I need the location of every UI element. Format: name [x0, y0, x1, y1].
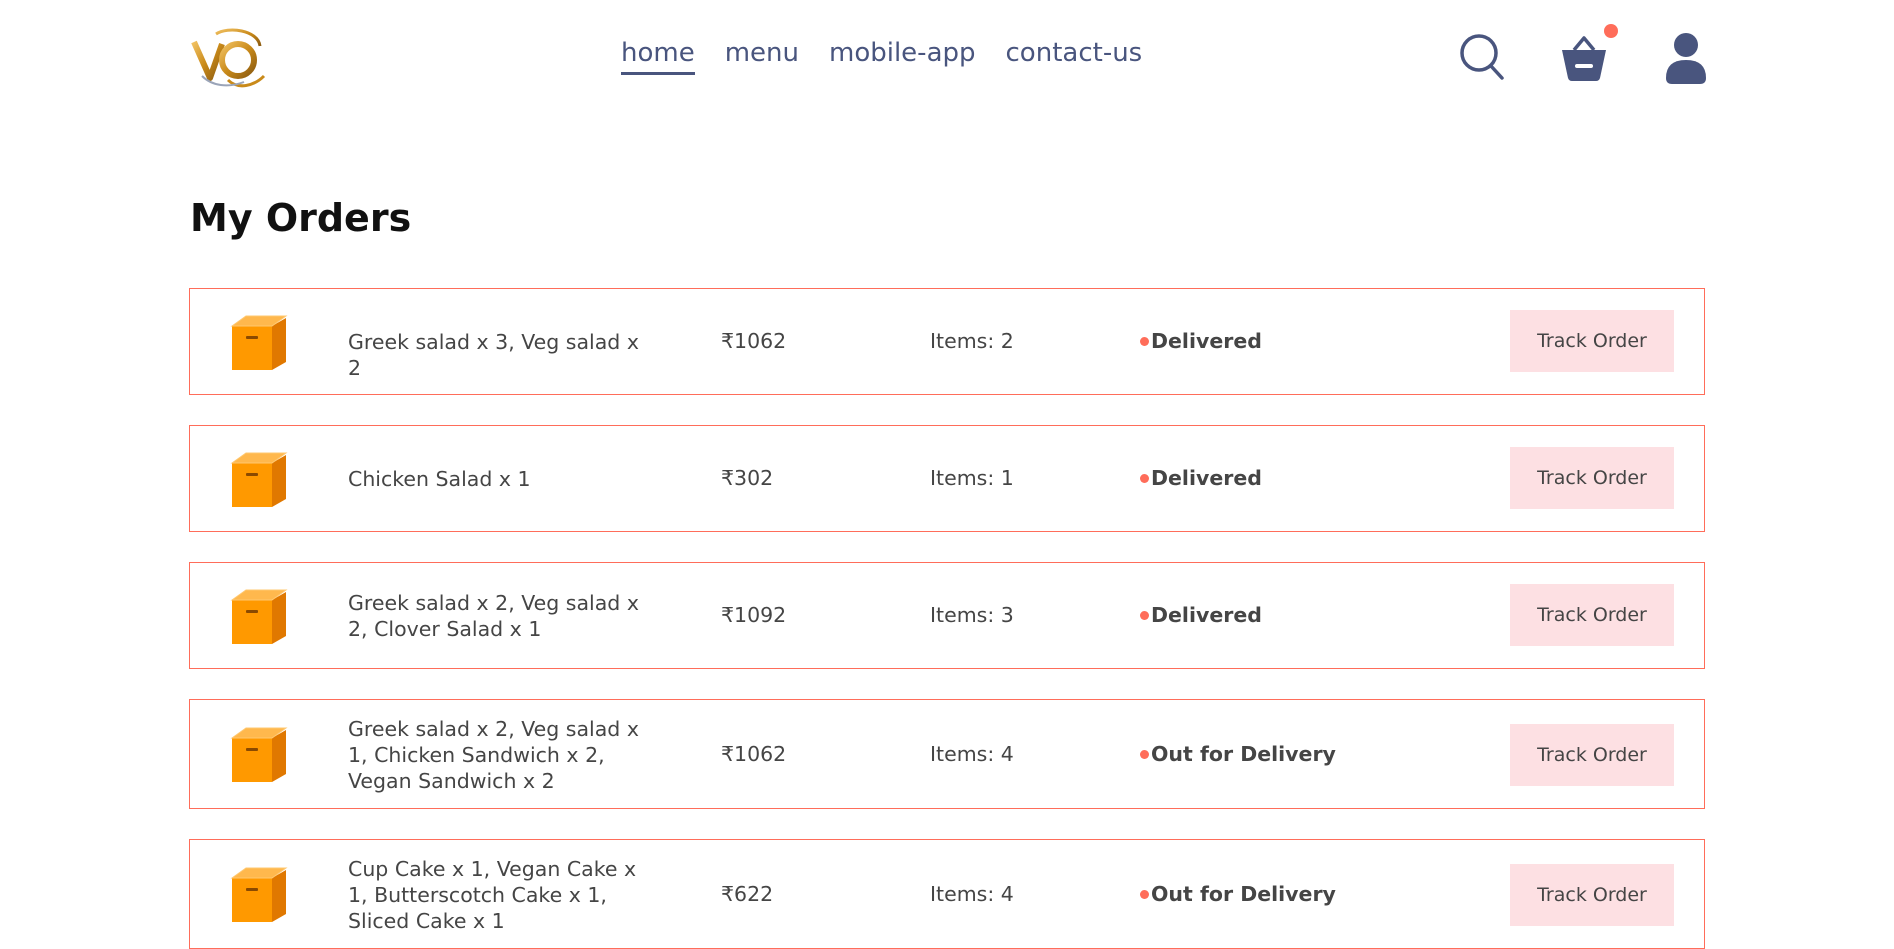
nav-link-home[interactable]: home	[621, 38, 695, 75]
order-card: Chicken Salad x 1 ₹302 Items: 1 Delivere…	[189, 425, 1705, 532]
track-order-button[interactable]: Track Order	[1510, 447, 1674, 509]
order-card: Greek salad x 2, Veg salad x 1, Chicken …	[189, 699, 1705, 809]
order-status-label: Delivered	[1151, 329, 1262, 353]
order-item-count: Items: 1	[930, 466, 1014, 490]
parcel-icon	[230, 589, 288, 644]
order-card: Greek salad x 2, Veg salad x 2, Clover S…	[189, 562, 1705, 669]
cart-indicator-dot	[1604, 24, 1618, 38]
status-dot	[1140, 336, 1149, 346]
status-dot	[1140, 610, 1149, 620]
nav-link-mobile-app[interactable]: mobile-app	[829, 38, 976, 75]
page-title: My Orders	[190, 196, 412, 240]
parcel-icon	[230, 452, 288, 507]
order-amount: ₹1062	[721, 742, 787, 766]
basket-icon[interactable]	[1560, 34, 1608, 86]
order-amount: ₹622	[721, 882, 774, 906]
order-card: Greek salad x 3, Veg salad x 2 ₹1062 Ite…	[189, 288, 1705, 395]
nav-menu: home menu mobile-app contact-us	[621, 38, 1142, 75]
order-status-label: Out for Delivery	[1151, 882, 1336, 906]
order-card: Cup Cake x 1, Vegan Cake x 1, Butterscot…	[189, 839, 1705, 949]
order-amount: ₹302	[721, 466, 774, 490]
track-order-button[interactable]: Track Order	[1510, 864, 1674, 926]
order-items: Greek salad x 2, Veg salad x 2, Clover S…	[348, 591, 639, 641]
status-dot	[1140, 473, 1149, 483]
parcel-icon	[230, 867, 288, 922]
order-items: Greek salad x 2, Veg salad x 1, Chicken …	[348, 717, 639, 793]
nav-link-menu[interactable]: menu	[725, 38, 799, 75]
order-amount: ₹1062	[721, 329, 787, 353]
order-item-count: Items: 4	[930, 882, 1014, 906]
brand-logo[interactable]	[188, 28, 266, 90]
order-items: Cup Cake x 1, Vegan Cake x 1, Butterscot…	[348, 857, 637, 933]
order-item-count: Items: 3	[930, 603, 1014, 627]
order-status: Delivered	[1140, 603, 1262, 627]
parcel-icon	[230, 727, 288, 782]
parcel-icon	[230, 315, 288, 370]
profile-icon[interactable]	[1664, 32, 1708, 88]
order-items: Chicken Salad x 1	[348, 467, 531, 491]
status-dot	[1140, 889, 1149, 899]
order-status: Delivered	[1140, 329, 1262, 353]
track-order-button[interactable]: Track Order	[1510, 724, 1674, 786]
search-icon[interactable]	[1458, 32, 1506, 86]
order-status: Out for Delivery	[1140, 882, 1336, 906]
status-dot	[1140, 749, 1149, 759]
track-order-button[interactable]: Track Order	[1510, 310, 1674, 372]
order-items: Greek salad x 3, Veg salad x 2	[348, 330, 639, 380]
track-order-button[interactable]: Track Order	[1510, 584, 1674, 646]
order-status: Delivered	[1140, 466, 1262, 490]
order-item-count: Items: 4	[930, 742, 1014, 766]
order-status: Out for Delivery	[1140, 742, 1336, 766]
order-status-label: Delivered	[1151, 603, 1262, 627]
navbar: home menu mobile-app contact-us	[0, 0, 1894, 118]
order-status-label: Out for Delivery	[1151, 742, 1336, 766]
order-item-count: Items: 2	[930, 329, 1014, 353]
order-status-label: Delivered	[1151, 466, 1262, 490]
order-amount: ₹1092	[721, 603, 787, 627]
nav-link-contact-us[interactable]: contact-us	[1006, 38, 1143, 75]
